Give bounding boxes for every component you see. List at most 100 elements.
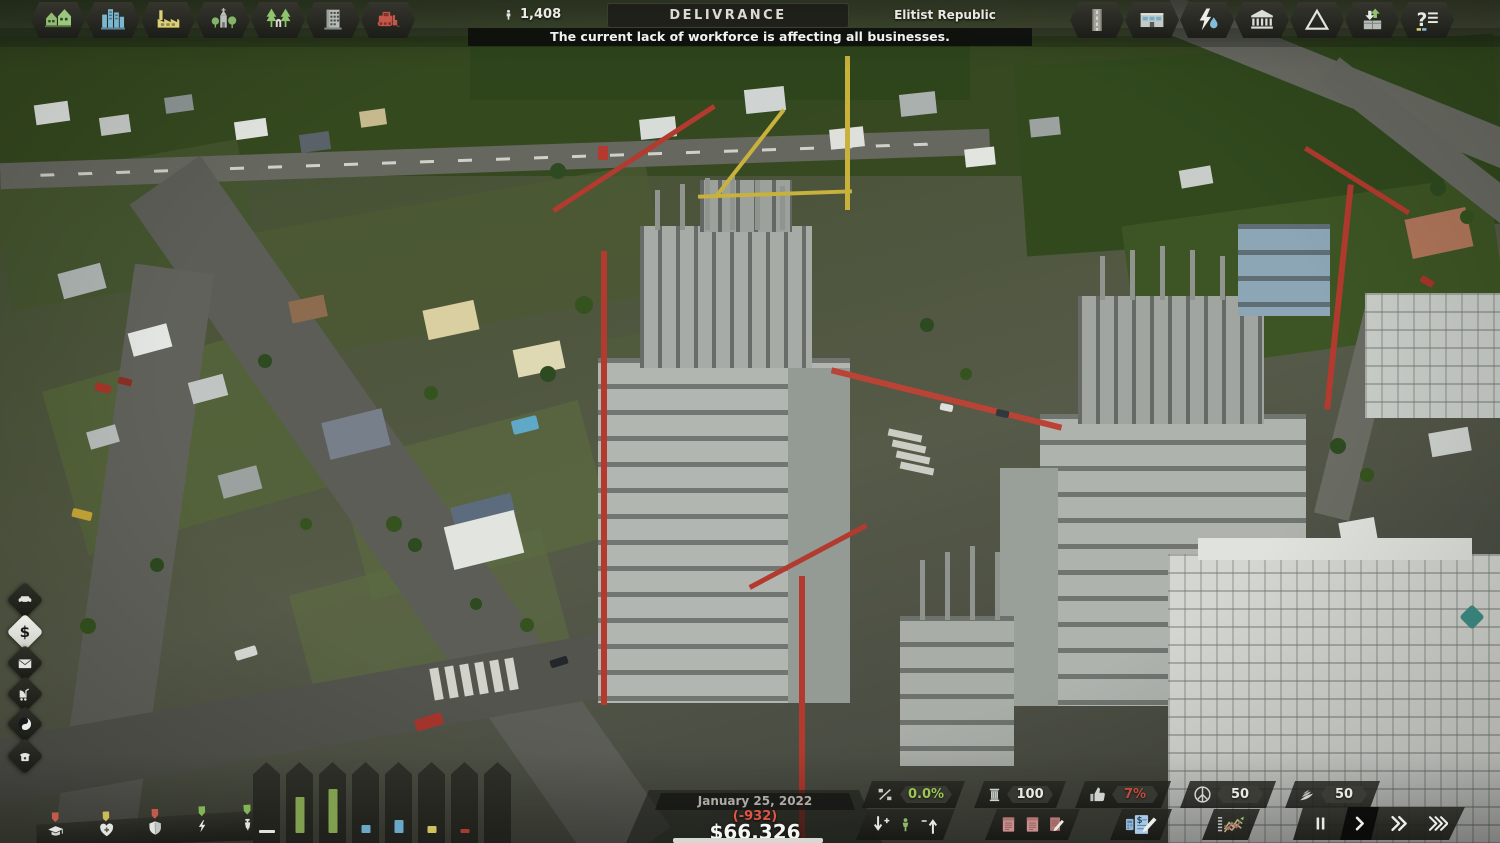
decor — [601, 251, 607, 705]
health-status-indicator — [102, 811, 109, 821]
tool-government[interactable] — [1235, 2, 1289, 38]
lightning-icon — [195, 817, 209, 835]
increase-immigration-button[interactable] — [871, 814, 891, 836]
decor — [920, 318, 934, 332]
minus-arrow-up-icon — [920, 814, 940, 836]
phone-icon — [18, 749, 33, 764]
city-name[interactable]: DELIVRANCE — [607, 3, 849, 28]
gauge-4[interactable] — [352, 762, 379, 843]
play-icon — [1351, 814, 1368, 833]
education-status-indicator — [52, 812, 59, 822]
graduation-cap-icon — [46, 823, 66, 841]
service-power[interactable] — [195, 806, 209, 838]
indicator-administration[interactable]: 100 — [974, 781, 1066, 808]
service-education[interactable] — [46, 812, 66, 843]
red-document-icon — [1000, 814, 1017, 835]
tool-trade[interactable] — [1345, 2, 1399, 38]
indicator-approval[interactable]: 7% — [1075, 781, 1171, 808]
tool-industry[interactable] — [141, 2, 195, 38]
percent-icon — [875, 786, 895, 803]
speed-pause-button[interactable] — [1301, 807, 1340, 840]
service-health[interactable] — [97, 811, 115, 842]
gauge-7-fill — [460, 829, 469, 833]
decor — [520, 618, 534, 632]
tool-utilities[interactable] — [1180, 2, 1234, 38]
speed-fastest-forward-button[interactable] — [1418, 807, 1457, 840]
timeline-progress[interactable] — [673, 838, 823, 843]
city-name-label: DELIVRANCE — [669, 8, 786, 23]
trade-icon — [1359, 7, 1386, 33]
indicator-peace[interactable]: 50 — [1180, 781, 1276, 808]
population-readout[interactable]: 1,408 — [503, 7, 561, 22]
mail-icon — [18, 656, 33, 671]
indicator-prestige[interactable]: 50 — [1285, 781, 1380, 808]
tool-residential[interactable] — [31, 2, 85, 38]
decor — [964, 146, 996, 167]
decor — [1220, 256, 1225, 300]
edict-document-2-button[interactable] — [1024, 814, 1041, 835]
gauge-5[interactable] — [385, 762, 412, 843]
panel-communications[interactable] — [7, 738, 44, 775]
tool-civic[interactable] — [196, 2, 250, 38]
edict-document-1-button[interactable] — [1000, 814, 1017, 835]
peace-value: 50 — [1217, 786, 1263, 803]
edit-edicts-button[interactable] — [1048, 814, 1065, 835]
citizens-button[interactable] — [898, 815, 913, 835]
notification-banner[interactable]: The current lack of workforce is affecti… — [468, 28, 1032, 46]
left-toolbar: $ — [12, 587, 52, 787]
gauge-2[interactable] — [286, 762, 313, 843]
gauge-7[interactable] — [451, 762, 478, 843]
wing-icon — [1298, 786, 1316, 804]
decor — [300, 518, 312, 530]
stroller-icon — [18, 687, 33, 702]
tool-public-buildings[interactable] — [1125, 2, 1179, 38]
approval-value: 7% — [1112, 786, 1158, 803]
gauge-6[interactable] — [418, 762, 445, 843]
gauge-3-fill — [328, 789, 337, 833]
gauge-3[interactable] — [319, 762, 346, 843]
decor — [513, 340, 566, 377]
column-icon — [987, 785, 1002, 805]
gauge-1[interactable] — [253, 762, 280, 843]
speed-play-button[interactable] — [1340, 807, 1379, 840]
city-viewport[interactable] — [0, 0, 1500, 843]
statistics-panel-button[interactable] — [1217, 813, 1245, 836]
bulldozer-icon — [374, 7, 402, 33]
top-toolbar-left — [31, 2, 415, 38]
decor — [899, 91, 937, 117]
decrease-immigration-button[interactable] — [920, 814, 940, 836]
decor — [150, 558, 164, 572]
tool-landmarks[interactable] — [1290, 2, 1344, 38]
migration-controls-group — [856, 809, 955, 840]
indicator-bar: 0.0% 100 7% 50 50 — [862, 781, 1380, 808]
decor — [640, 226, 812, 368]
tool-roads[interactable] — [1070, 2, 1124, 38]
gauge-8[interactable] — [484, 762, 511, 843]
decor — [470, 598, 482, 610]
decor — [1198, 538, 1472, 560]
service-safety[interactable] — [147, 809, 164, 841]
budget-panel-button[interactable]: $ — [1125, 813, 1157, 836]
government-type[interactable]: Elitist Republic — [878, 8, 1012, 22]
tool-help[interactable]: ? — [1400, 2, 1454, 38]
decor — [80, 618, 96, 634]
decor — [1428, 427, 1472, 458]
speed-fast-forward-button[interactable] — [1379, 807, 1418, 840]
city-gauges — [253, 762, 511, 843]
tool-commercial[interactable] — [86, 2, 140, 38]
safety-status-indicator — [151, 809, 158, 819]
indicator-unemployment[interactable]: 0.0% — [862, 781, 965, 808]
budget-group: $ — [1110, 809, 1172, 840]
gauge-6-fill — [427, 826, 436, 833]
decor — [945, 552, 950, 620]
person-green-icon — [898, 815, 913, 835]
decor — [1238, 224, 1330, 316]
panel-vehicles[interactable] — [7, 582, 44, 619]
tool-offices[interactable] — [306, 2, 360, 38]
population-count: 1,408 — [520, 7, 561, 22]
help-icon: ? — [1414, 7, 1441, 33]
game-screen: ? 1,408 DELIVRANCE Elitist Republic The … — [0, 0, 1500, 843]
tool-parks[interactable] — [251, 2, 305, 38]
tool-demolish[interactable] — [361, 2, 415, 38]
panel-balance[interactable] — [7, 706, 44, 743]
